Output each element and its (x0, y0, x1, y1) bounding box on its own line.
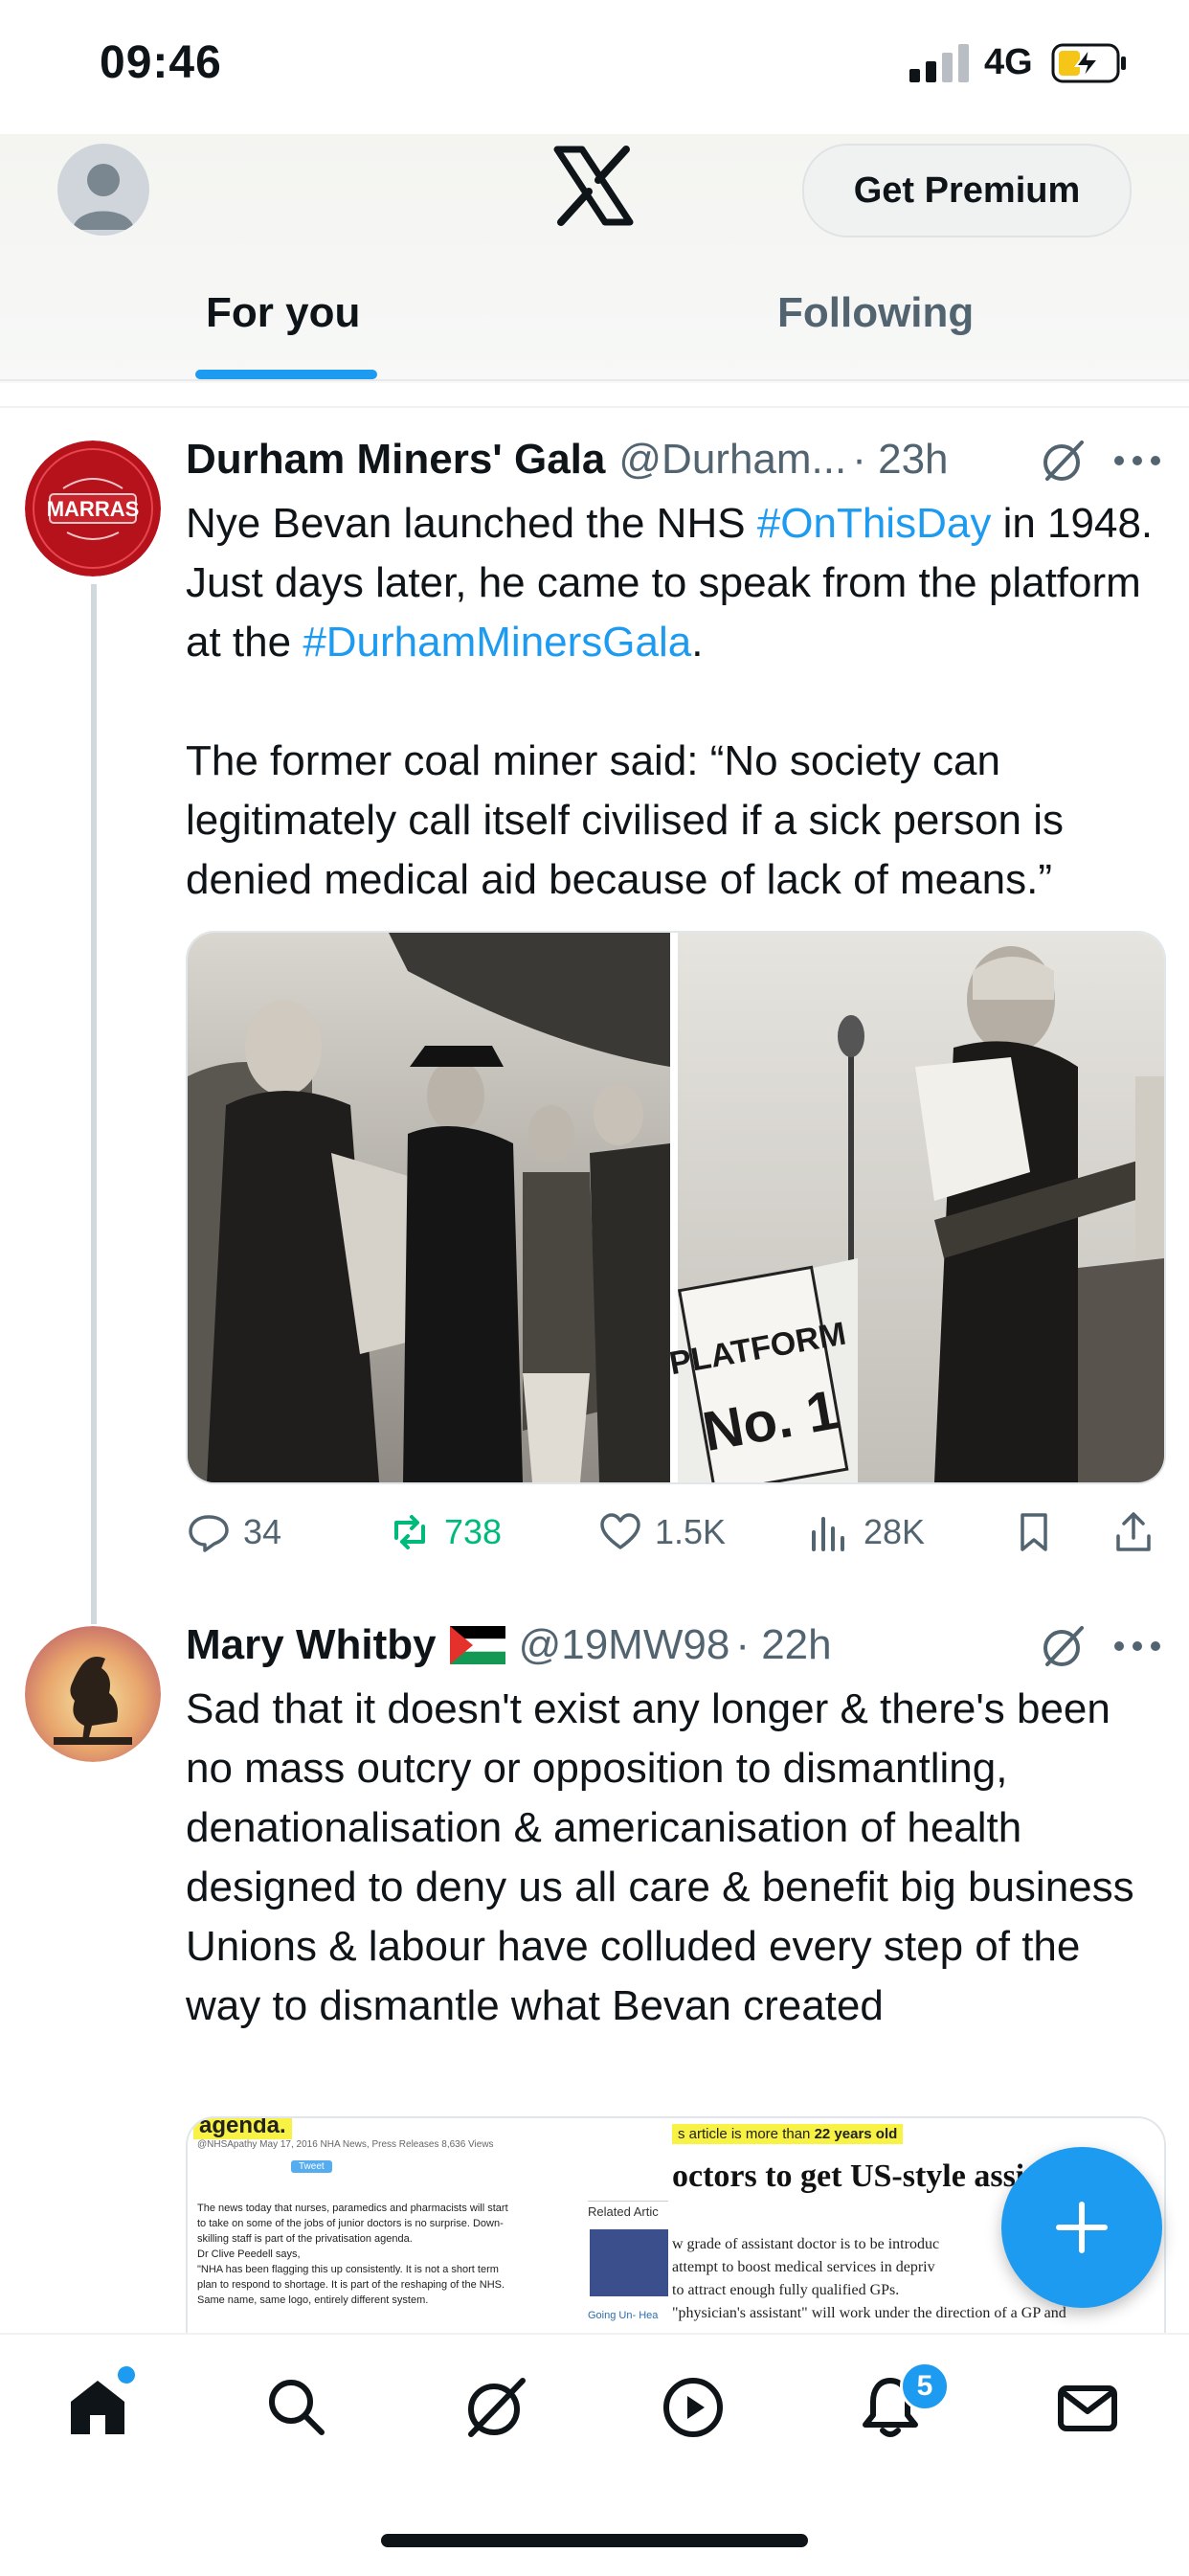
reply-count: 34 (243, 1512, 282, 1551)
like-button[interactable]: 1.5K (597, 1503, 726, 1561)
banner-text: s article is more than (678, 2126, 815, 2142)
repost-count: 738 (444, 1512, 503, 1551)
tweet-text-segment: Unions & labour have colluded every step… (186, 1923, 1081, 2029)
liverbird-avatar-icon (25, 1626, 161, 1762)
status-bar: 09:46 4G (0, 0, 1189, 134)
tweet-time: · 23h (852, 436, 949, 483)
header-divider (0, 379, 1189, 381)
author-name[interactable]: Mary Whitby (186, 1621, 437, 1669)
notifications-badge: 5 (900, 2361, 950, 2411)
article-line: Dr Clive Peedell says, (197, 2248, 301, 2260)
article-age-banner: s article is more than 22 years old (672, 2124, 904, 2144)
tweet-header: Mary Whitby @19MW98 · 22h (186, 1616, 832, 1674)
hashtag-link[interactable]: #DurhamMinersGala (303, 619, 691, 666)
author-handle[interactable]: @19MW98 (519, 1621, 730, 1669)
article-line: skilling staff is part of the privatisat… (197, 2233, 413, 2245)
article-line: Same name, same logo, entirely different… (197, 2294, 429, 2306)
x-logo-icon[interactable] (553, 146, 634, 226)
like-count: 1.5K (655, 1512, 727, 1551)
tweet-text-segment: Nye Bevan launched the NHS (186, 500, 757, 547)
tab-for-you[interactable]: For you (206, 289, 360, 337)
palestine-flag-icon (449, 1626, 505, 1664)
home-indicator (381, 2534, 808, 2547)
repost-icon (394, 1515, 425, 1549)
messages-envelope-icon[interactable] (1053, 2373, 1122, 2442)
article-body: The news today that nurses, paramedics a… (197, 2201, 571, 2308)
tweet-text-segment: The former coal miner said: “No society … (186, 737, 1064, 903)
article-headline: octors to get US-style assis (672, 2158, 1038, 2194)
grok-icon[interactable] (1040, 1622, 1088, 1670)
share-button[interactable] (1110, 1503, 1168, 1561)
tweet-paragraph: Unions & labour have colluded every step… (186, 1917, 1162, 2036)
more-options-icon[interactable] (1112, 1639, 1162, 1653)
network-type: 4G (984, 42, 1033, 82)
tweet-paragraph: Sad that it doesn't exist any longer & t… (186, 1680, 1162, 1917)
tweet-media-gallery[interactable]: PLATFORM No. 1 (186, 931, 1166, 1484)
grok-icon[interactable] (1040, 437, 1088, 485)
historic-photos: PLATFORM No. 1 (188, 933, 1164, 1482)
home-new-posts-dot (115, 2363, 138, 2386)
repost-button[interactable]: 738 (387, 1503, 502, 1561)
article-line: to take on some of the jobs of junior do… (197, 2218, 504, 2229)
related-thumbnail (590, 2229, 668, 2296)
tweet-paragraph: The former coal miner said: “No society … (186, 732, 1162, 910)
article-line: "NHA has been flagging this up consisten… (197, 2264, 499, 2275)
cellular-signal-icon (909, 44, 969, 82)
durham-gala-logo-icon: MARRAS (25, 441, 161, 576)
related-link: Going Un- Hea (588, 2310, 659, 2321)
thread-connector-line (91, 584, 97, 1624)
article-line: The news today that nurses, paramedics a… (197, 2203, 508, 2214)
photo-bevan-crowd (188, 933, 670, 1482)
author-name[interactable]: Durham Miners' Gala (186, 436, 605, 484)
profile-avatar-button[interactable] (57, 144, 149, 236)
heart-icon (600, 1513, 640, 1549)
tweet-text-segment: . (691, 619, 704, 666)
tweet-text: Nye Bevan launched the NHS #OnThisDay in… (186, 494, 1162, 910)
tweet-text-segment: Sad that it doesn't exist any longer & t… (186, 1685, 1134, 1910)
hashtag-link[interactable]: #OnThisDay (757, 500, 992, 547)
tweet-paragraph: Nye Bevan launched the NHS #OnThisDay in… (186, 494, 1162, 672)
bookmark-icon (1021, 1513, 1047, 1551)
tab-following[interactable]: Following (777, 289, 974, 337)
views-chart-icon (812, 1517, 844, 1551)
tweet-author-avatar[interactable]: MARRAS (25, 441, 161, 576)
photo-bevan-speech: PLATFORM No. 1 (666, 933, 1164, 1482)
avatar-logo-text: MARRAS (47, 497, 140, 521)
tweet-time: · 22h (735, 1621, 832, 1668)
tweet-actions: 34 738 1.5K 28K (186, 1503, 1162, 1561)
tweet-text: Sad that it doesn't exist any longer & t… (186, 1680, 1162, 2036)
article-line: plan to respond to shortage. It is part … (197, 2279, 505, 2291)
battery-charging-icon (1051, 43, 1126, 83)
tweet-header: Durham Miners' Gala @Durham... · 23h (186, 431, 949, 488)
reply-icon (189, 1515, 229, 1552)
views-button[interactable]: 28K (806, 1503, 925, 1561)
article-heading: agenda. (193, 2118, 292, 2139)
active-tab-indicator (195, 370, 377, 379)
related-articles-label: Related Artic (588, 2204, 659, 2219)
more-options-icon[interactable] (1112, 454, 1162, 467)
default-avatar-icon (73, 164, 134, 230)
grok-icon[interactable] (461, 2373, 530, 2442)
views-count: 28K (864, 1512, 926, 1551)
timeline-divider (0, 406, 1189, 408)
timeline-tabs: For you Following (0, 268, 1189, 381)
plus-icon (1056, 2202, 1108, 2253)
compose-post-button[interactable] (1001, 2147, 1162, 2308)
share-icon (1116, 1512, 1151, 1551)
author-handle[interactable]: @Durham... (618, 436, 846, 484)
banner-bold: 22 years old (814, 2126, 898, 2142)
get-premium-button[interactable]: Get Premium (802, 144, 1132, 237)
video-play-icon[interactable] (659, 2373, 728, 2442)
status-time: 09:46 (100, 37, 222, 88)
tweet-author-avatar[interactable] (25, 1626, 161, 1762)
search-icon[interactable] (262, 2373, 331, 2442)
article-meta: @NHSApathy May 17, 2016 NHA News, Press … (197, 2139, 494, 2150)
bookmark-button[interactable] (1011, 1503, 1068, 1561)
article-tweet-button: Tweet (291, 2160, 332, 2173)
article-screenshot-left: agenda. @NHSApathy May 17, 2016 NHA News… (188, 2118, 668, 2339)
reply-button[interactable]: 34 (186, 1503, 281, 1561)
